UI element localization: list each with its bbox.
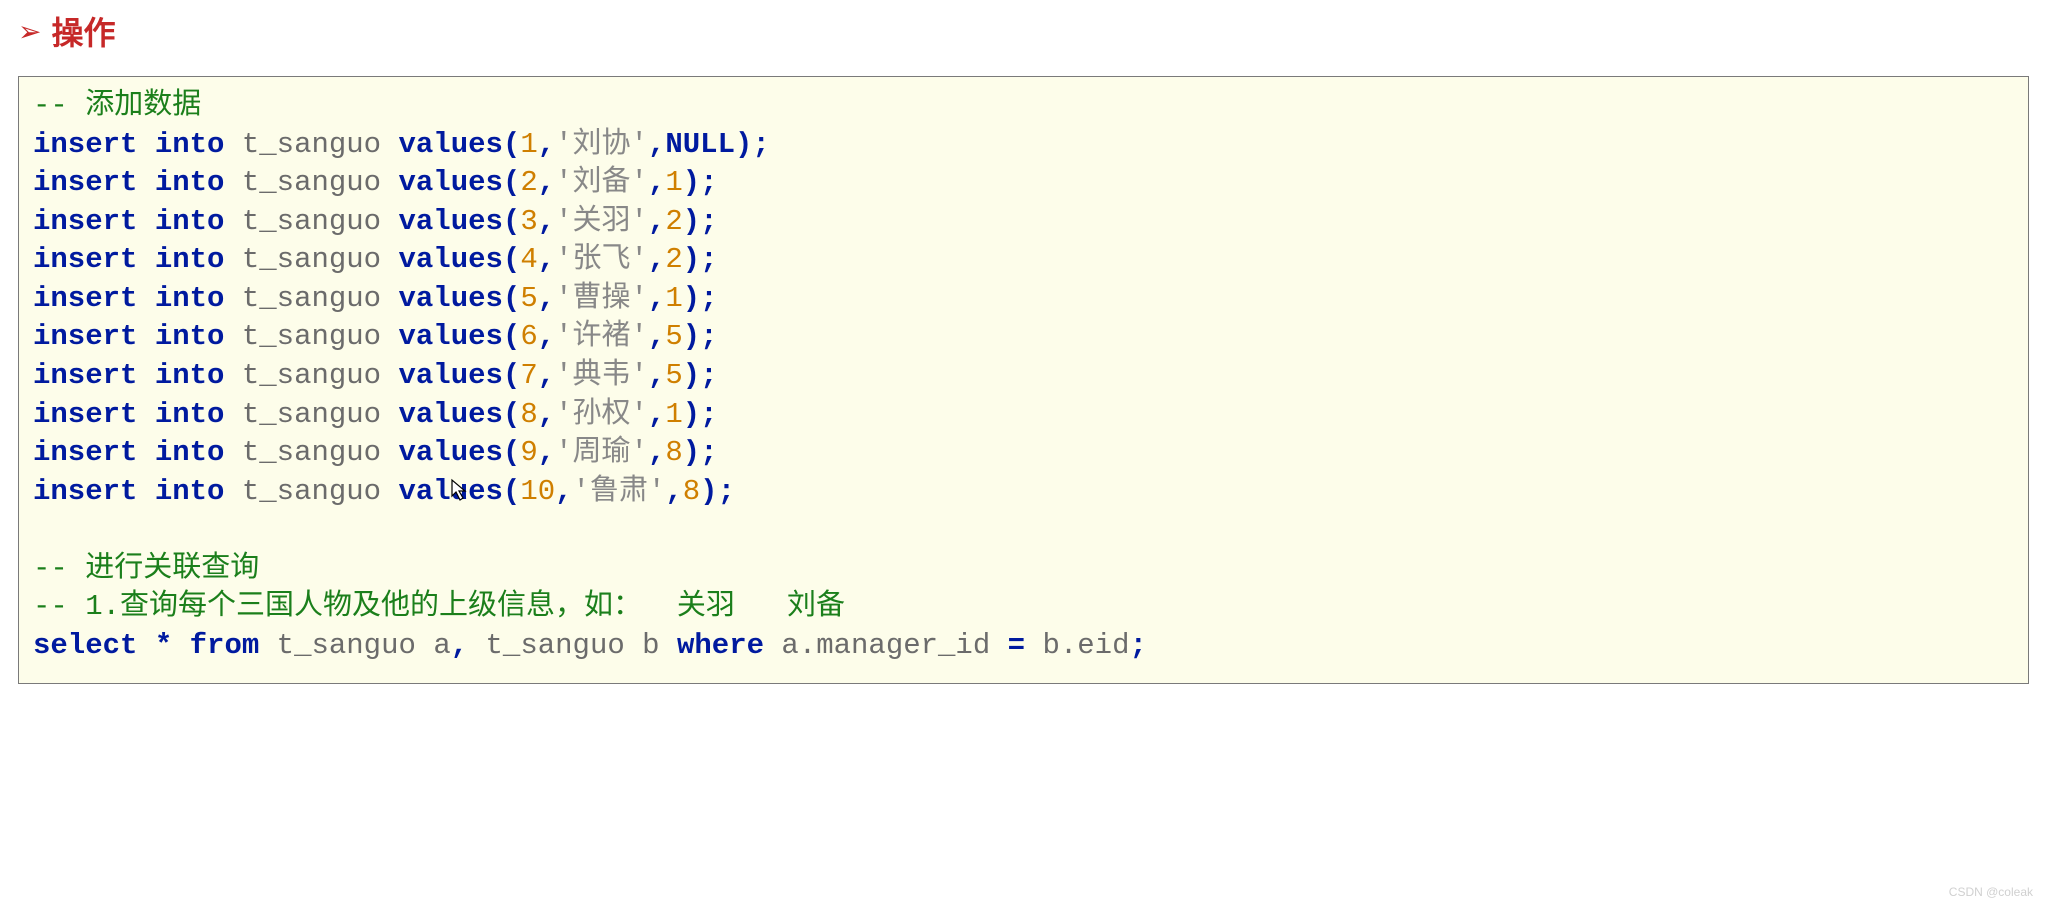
comment-line: -- 进行关联查询 bbox=[33, 552, 259, 585]
watermark: CSDN @coleak bbox=[1949, 885, 2033, 899]
code-block: -- 添加数据 insert into t_sanguo values(1,'刘… bbox=[18, 76, 2029, 684]
section-heading: ➢ 操作 bbox=[18, 8, 2029, 54]
heading-text: 操作 bbox=[51, 8, 115, 54]
comment-line: -- 添加数据 bbox=[33, 89, 201, 122]
heading-bullet-icon: ➢ bbox=[18, 15, 41, 48]
comment-line: -- 1.查询每个三国人物及他的上级信息，如： 关羽 刘备 bbox=[33, 590, 845, 623]
mouse-cursor-icon bbox=[450, 478, 470, 502]
